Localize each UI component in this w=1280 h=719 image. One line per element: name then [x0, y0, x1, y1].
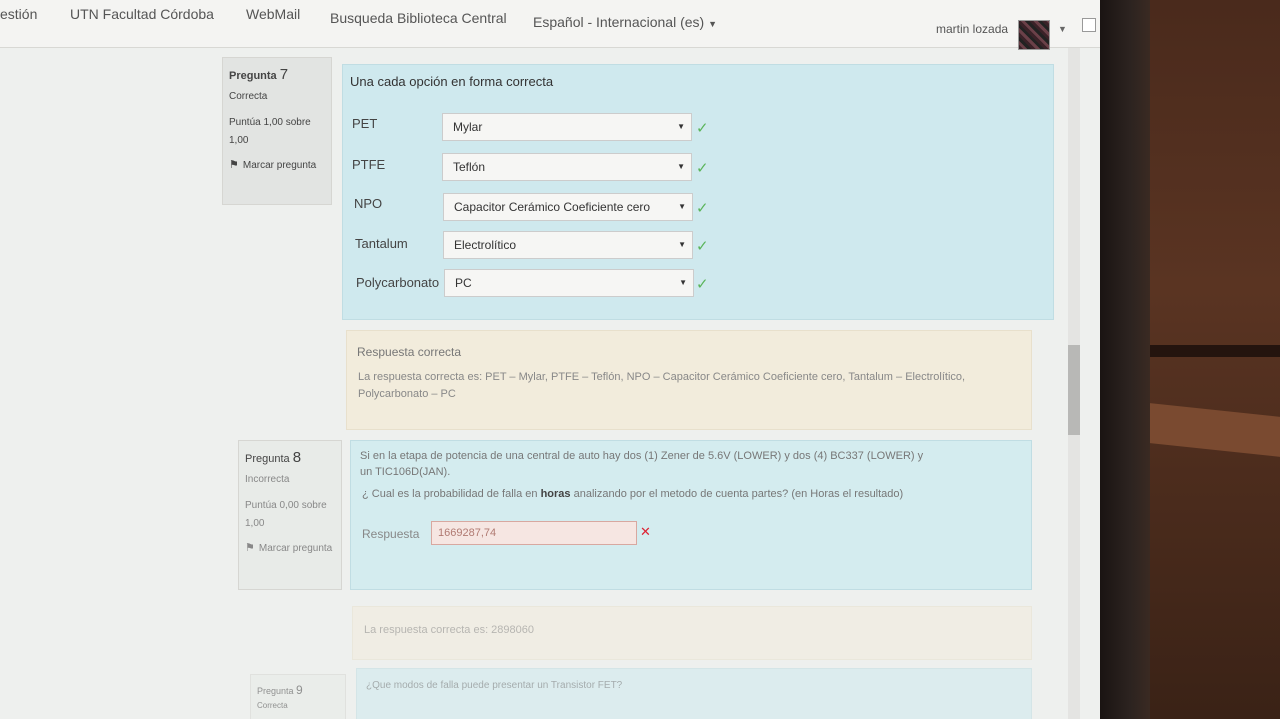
question-label: Pregunta — [229, 70, 277, 82]
match-select-polycarbonato[interactable]: PC ▼ — [444, 269, 694, 297]
match-label-tantalum: Tantalum — [355, 236, 408, 251]
select-value: Mylar — [453, 120, 483, 134]
chevron-down-icon: ▼ — [678, 202, 686, 211]
flag-icon: ⚑ — [229, 159, 239, 171]
question-text: Si en la etapa de potencia de una centra… — [360, 448, 1020, 480]
question-prompt: ¿Que modos de falla puede presentar un T… — [366, 680, 623, 691]
question-number: 9 — [296, 683, 303, 697]
scrollbar-thumb[interactable] — [1068, 345, 1080, 435]
nav-gestion-link[interactable]: estión — [0, 6, 37, 22]
correct-answer-text: La respuesta correcta es: 2898060 — [364, 624, 535, 636]
select-value: PC — [455, 276, 472, 290]
question-content-9 — [356, 668, 1032, 719]
question-text-line: Si en la etapa de potencia de una centra… — [360, 450, 924, 462]
match-select-pet[interactable]: Mylar ▼ — [442, 113, 692, 141]
nav-webmail-link[interactable]: WebMail — [246, 6, 300, 22]
question-grade: Puntúa 1,00 sobre 1,00 — [229, 117, 311, 146]
question-info-8: Pregunta 8 Incorrecta Puntúa 0,00 sobre … — [238, 440, 342, 590]
question-text-line: un TIC106D(JAN). — [360, 466, 451, 478]
nav-biblioteca-link[interactable]: Busqueda Biblioteca Central — [330, 10, 507, 26]
question-prompt: Una cada opción en forma correcta — [350, 74, 554, 89]
question-label: Pregunta — [257, 686, 294, 696]
flag-question-link[interactable]: ⚑ Marcar pregunta — [229, 156, 325, 175]
flag-label: Marcar pregunta — [258, 543, 333, 554]
question-state: Correcta — [257, 701, 288, 710]
question-state: Correcta — [229, 91, 268, 102]
avatar[interactable] — [1018, 20, 1050, 50]
question-title: Pregunta 9 — [257, 683, 339, 697]
feedback-title: Respuesta correcta — [357, 345, 462, 359]
question-text-bold: horas — [540, 488, 571, 500]
select-value: Capacitor Cerámico Coeficiente cero — [454, 200, 651, 214]
background-room — [1150, 0, 1280, 719]
question-number: 8 — [292, 449, 302, 466]
user-name[interactable]: martin lozada — [936, 22, 1008, 36]
question-title: Pregunta 8 — [245, 449, 335, 466]
question-state: Incorrecta — [245, 474, 290, 485]
language-label: Español - Internacional (es) — [533, 14, 705, 30]
check-icon: ✓ — [696, 276, 709, 293]
flag-label: Marcar pregunta — [242, 160, 317, 171]
language-menu[interactable]: Español - Internacional (es) ▼ — [533, 14, 717, 30]
select-value: Teflón — [453, 160, 486, 174]
chevron-down-icon: ▼ — [677, 122, 685, 131]
incorrect-cross-icon: ✕ — [640, 524, 651, 539]
question-text-part: analizando por el metodo de cuenta parte… — [573, 488, 904, 500]
nav-utn-link[interactable]: UTN Facultad Córdoba — [70, 6, 214, 22]
check-icon: ✓ — [696, 200, 709, 217]
top-navbar: estión UTN Facultad Córdoba WebMail Busq… — [0, 0, 1100, 50]
window-control-icon[interactable] — [1082, 18, 1096, 32]
chevron-down-icon: ▼ — [708, 19, 718, 29]
question-info-9: Pregunta 9 Correcta — [250, 674, 346, 719]
question-text-part: ¿ Cual es la probabilidad de falla en — [362, 488, 538, 500]
background-shelf — [1150, 345, 1280, 357]
match-select-npo[interactable]: Capacitor Cerámico Coeficiente cero ▼ — [443, 193, 693, 221]
flag-icon: ⚑ — [245, 542, 255, 554]
chevron-down-icon: ▼ — [678, 240, 686, 249]
chevron-down-icon[interactable]: ▼ — [1058, 24, 1067, 34]
answer-label: Respuesta — [362, 527, 420, 541]
background-shelf — [1150, 403, 1280, 457]
match-select-ptfe[interactable]: Teflón ▼ — [442, 153, 692, 181]
browser-screen: estión UTN Facultad Córdoba WebMail Busq… — [0, 0, 1100, 719]
question-title: Pregunta 7 — [229, 66, 325, 83]
question-info-7: Pregunta 7 Correcta Puntúa 1,00 sobre 1,… — [222, 57, 332, 205]
chevron-down-icon: ▼ — [679, 278, 687, 287]
check-icon: ✓ — [696, 160, 709, 177]
check-icon: ✓ — [696, 120, 709, 137]
match-select-tantalum[interactable]: Electrolítico ▼ — [443, 231, 693, 259]
match-label-npo: NPO — [354, 196, 383, 211]
monitor-bezel — [1100, 0, 1150, 719]
question-label: Pregunta — [245, 453, 290, 465]
select-value: Electrolítico — [454, 238, 517, 252]
question-sub-prompt: ¿ Cual es la probabilidad de falla en ho… — [362, 488, 903, 500]
question-number: 7 — [279, 66, 289, 83]
flag-question-link[interactable]: ⚑ Marcar pregunta — [245, 539, 335, 558]
question-grade: Puntúa 0,00 sobre 1,00 — [245, 500, 327, 529]
answer-input[interactable]: 1669287,74 — [431, 521, 637, 545]
match-label-ptfe: PTFE — [352, 157, 386, 172]
match-label-polycarbonato: Polycarbonato — [356, 275, 440, 290]
chevron-down-icon: ▼ — [677, 162, 685, 171]
check-icon: ✓ — [696, 238, 709, 255]
match-label-pet: PET — [352, 116, 378, 131]
correct-answer-text: La respuesta correcta es: PET – Mylar, P… — [358, 371, 966, 400]
